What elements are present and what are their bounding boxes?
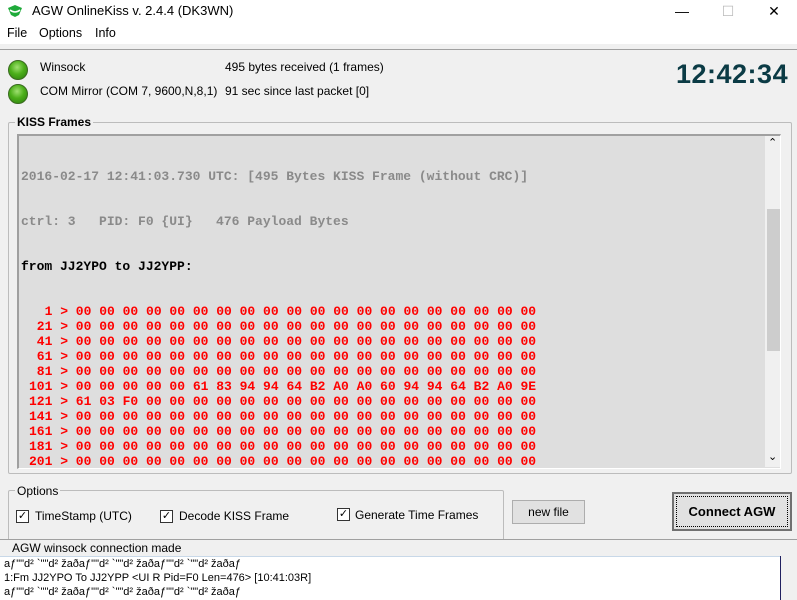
hex-row: 181 > 00 00 00 00 00 00 00 00 00 00 00 0… xyxy=(29,439,537,454)
minimize-button[interactable]: — xyxy=(659,0,705,22)
kiss-frame-lines: 2016-02-17 12:41:03.730 UTC: [495 Bytes … xyxy=(21,139,537,469)
hex-row: 21 > 00 00 00 00 00 00 00 00 00 00 00 00… xyxy=(29,319,537,334)
com-status-led-icon xyxy=(8,84,28,104)
winsock-label: Winsock xyxy=(40,60,86,74)
generate-time-frames-checkbox[interactable]: ✓ xyxy=(337,508,350,521)
frame-header-ctrl: ctrl: 3 PID: F0 {UI} 476 Payload Bytes xyxy=(21,214,349,229)
status-message: AGW winsock connection made xyxy=(12,541,182,555)
decode-kiss-label: Decode KISS Frame xyxy=(179,509,290,523)
connect-agw-button[interactable]: Connect AGW xyxy=(672,492,792,531)
options-label: Options xyxy=(15,484,61,498)
log-scrollbar[interactable] xyxy=(780,556,797,600)
title-bar: AGW OnlineKiss v. 2.4.4 (DK3WN) — ☐ ✕ xyxy=(0,0,797,22)
menu-info[interactable]: Info xyxy=(95,26,116,40)
log-line: aƒ""d² `""d² žaðaƒ""d² `""d² žaðaƒ""d² `… xyxy=(4,586,242,598)
scroll-up-icon[interactable]: ⌃ xyxy=(768,136,777,149)
kiss-vertical-scrollbar[interactable]: ⌃ ⌄ xyxy=(765,136,780,467)
winsock-info: 495 bytes received (1 frames) xyxy=(225,60,384,74)
frame-header-route: from JJ2YPO to JJ2YPP: xyxy=(21,259,193,274)
timestamp-checkbox[interactable]: ✓ xyxy=(16,510,29,523)
hex-row: 41 > 00 00 00 00 00 00 00 00 00 00 00 00… xyxy=(29,334,537,349)
log-output[interactable]: aƒ""d² `""d² žaðaƒ""d² `""d² žaðaƒ""d² `… xyxy=(0,556,797,600)
hex-row: 161 > 00 00 00 00 00 00 00 00 00 00 00 0… xyxy=(29,424,537,439)
status-bar: AGW winsock connection made xyxy=(0,539,797,556)
scroll-thumb[interactable] xyxy=(767,209,780,351)
hex-row: 61 > 00 00 00 00 00 00 00 00 00 00 00 00… xyxy=(29,349,537,364)
menu-options[interactable]: Options xyxy=(39,26,82,40)
com-mirror-label: COM Mirror (COM 7, 9600,N,8,1) xyxy=(40,84,218,98)
scroll-down-icon[interactable]: ⌄ xyxy=(768,450,777,463)
timestamp-label: TimeStamp (UTC) xyxy=(35,509,132,523)
generate-time-frames-label: Generate Time Frames xyxy=(355,508,479,522)
frame-header-timestamp: 2016-02-17 12:41:03.730 UTC: [495 Bytes … xyxy=(21,169,529,184)
winsock-status-led-icon xyxy=(8,60,28,80)
decode-kiss-checkbox[interactable]: ✓ xyxy=(160,510,173,523)
window-title: AGW OnlineKiss v. 2.4.4 (DK3WN) xyxy=(32,3,234,18)
divider xyxy=(0,49,797,50)
hex-row: 81 > 00 00 00 00 00 00 00 00 00 00 00 00… xyxy=(29,364,537,379)
clock: 12:42:34 xyxy=(676,59,789,89)
hex-row: 141 > 00 00 00 00 00 00 00 00 00 00 00 0… xyxy=(29,409,537,424)
kiss-frames-label: KISS Frames xyxy=(15,115,94,129)
kiss-frames-textbox[interactable]: 2016-02-17 12:41:03.730 UTC: [495 Bytes … xyxy=(17,134,781,469)
hex-row: 101 > 00 00 00 00 00 61 83 94 94 64 B2 A… xyxy=(29,379,537,394)
close-button[interactable]: ✕ xyxy=(751,0,797,22)
hex-row: 201 > 00 00 00 00 00 00 00 00 00 00 00 0… xyxy=(29,454,537,469)
new-file-button[interactable]: new file xyxy=(512,500,585,524)
com-info: 91 sec since last packet [0] xyxy=(225,84,370,98)
maximize-button[interactable]: ☐ xyxy=(705,0,751,22)
log-line: 1:Fm JJ2YPO To JJ2YPP <UI R Pid=F0 Len=4… xyxy=(4,572,312,584)
menu-bar: File Options Info xyxy=(0,22,797,44)
menu-file[interactable]: File xyxy=(7,26,27,40)
hex-row: 121 > 61 03 F0 00 00 00 00 00 00 00 00 0… xyxy=(29,394,537,409)
app-logo-icon xyxy=(8,5,22,17)
hex-row: 1 > 00 00 00 00 00 00 00 00 00 00 00 00 … xyxy=(29,304,537,319)
log-line: aƒ""d² `""d² žaðaƒ""d² `""d² žaðaƒ""d² `… xyxy=(4,558,242,570)
